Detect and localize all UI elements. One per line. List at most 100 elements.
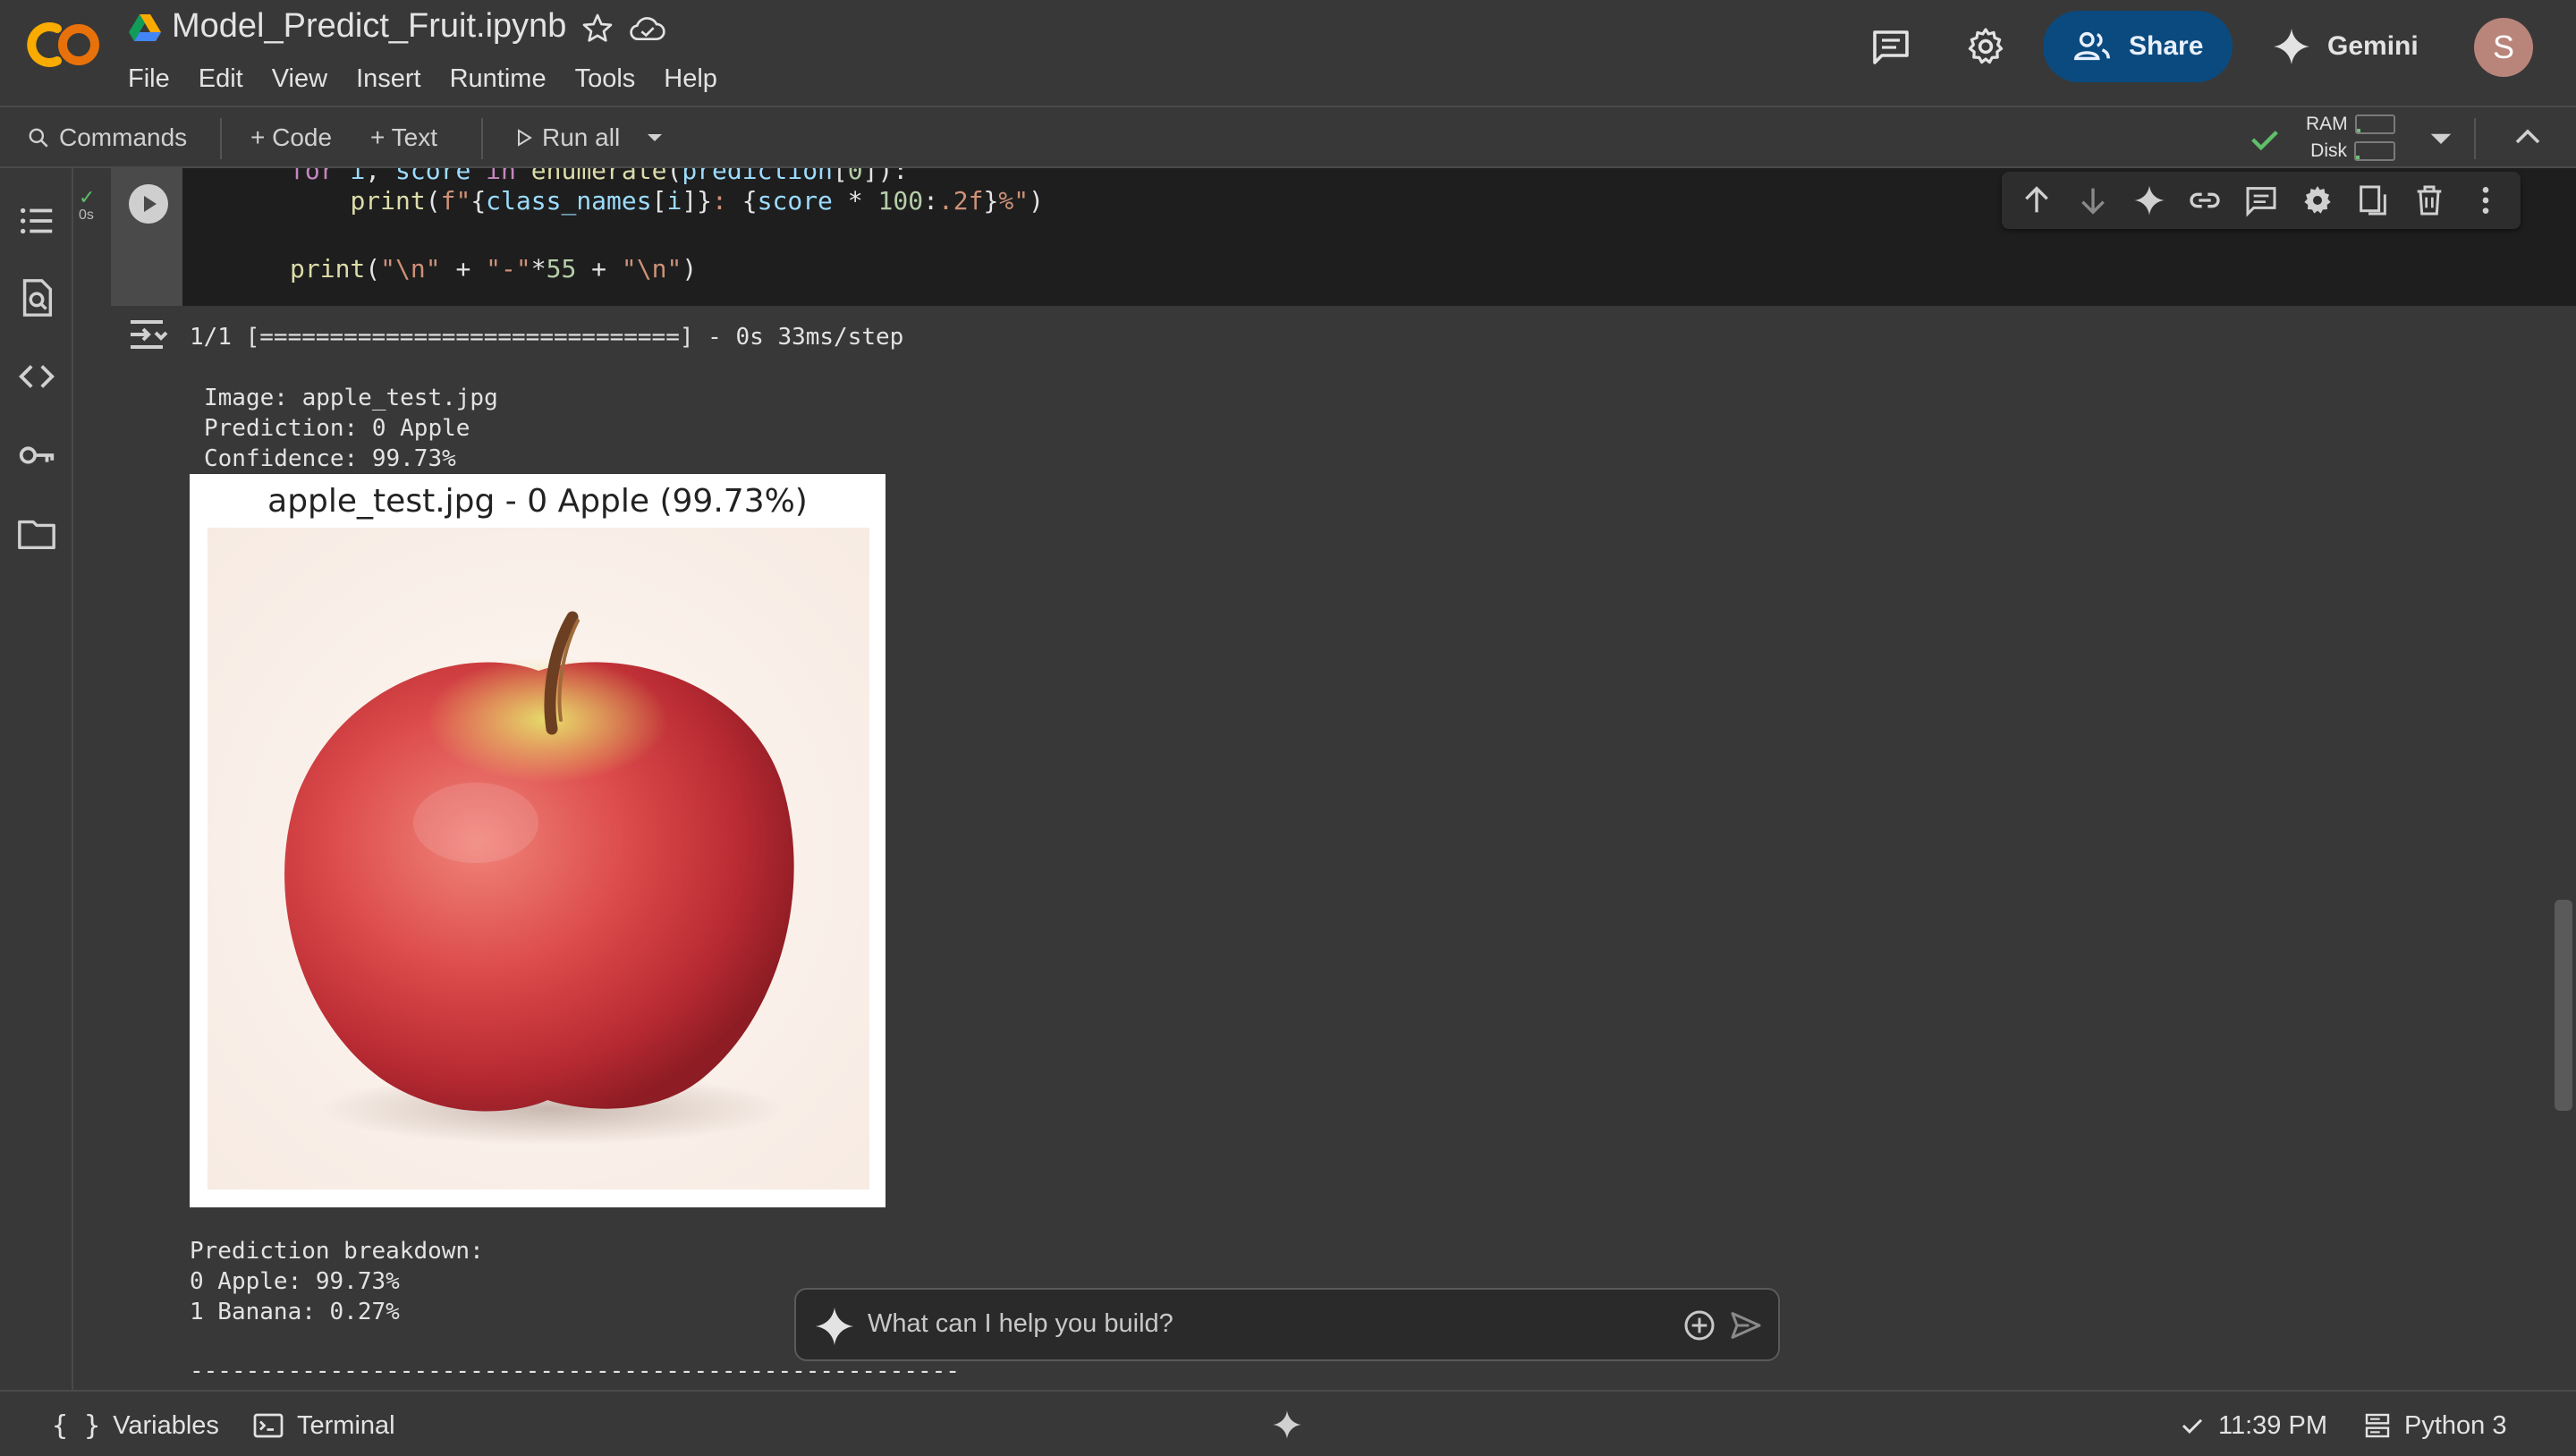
- people-icon: [2073, 31, 2110, 61]
- link-icon[interactable]: [2187, 182, 2223, 218]
- gemini-button[interactable]: Gemini: [2272, 11, 2442, 82]
- gemini-chat-input[interactable]: What can I help you build?: [794, 1288, 1780, 1361]
- toolbar-divider: [481, 118, 483, 159]
- apple-photo: [208, 528, 869, 1189]
- terminal-button[interactable]: Terminal: [252, 1408, 395, 1443]
- mirror-cell-icon[interactable]: [2355, 182, 2391, 218]
- run-all-dropdown-icon[interactable]: [644, 129, 665, 147]
- google-drive-icon: [129, 14, 161, 41]
- commands-button[interactable]: Commands: [27, 118, 187, 157]
- run-all-button[interactable]: Run all: [515, 118, 620, 157]
- variables-label: Variables: [113, 1410, 219, 1440]
- ram-label: RAM: [2306, 114, 2348, 134]
- send-icon[interactable]: [1728, 1308, 1764, 1343]
- execution-time-label: 11:39 PM: [2218, 1410, 2327, 1440]
- move-cell-down-icon[interactable]: [2075, 182, 2111, 218]
- disk-label: Disk: [2310, 140, 2347, 161]
- status-bar: { } Variables Terminal 11:39 PM Python 3: [0, 1390, 2576, 1456]
- secrets-key-icon[interactable]: [16, 435, 57, 476]
- code-line-1: for i, score in enumerate(prediction[0])…: [290, 168, 909, 185]
- output-figure: apple_test.jpg - 0 Apple (99.73%): [190, 474, 886, 1207]
- cell-run-area: [111, 168, 182, 306]
- cloud-saved-icon[interactable]: [628, 11, 667, 47]
- connected-check-icon: [2251, 131, 2278, 151]
- breakdown-item-banana: 1 Banana: 0.27%: [190, 1299, 400, 1325]
- move-cell-up-icon[interactable]: [2019, 182, 2055, 218]
- left-sidebar: [0, 168, 73, 1390]
- breakdown-item-apple: 0 Apple: 99.73%: [190, 1268, 400, 1295]
- notebook-title[interactable]: Model_Predict_Fruit.ipynb: [172, 7, 566, 46]
- more-options-icon[interactable]: [2468, 182, 2504, 218]
- colab-logo[interactable]: [23, 18, 102, 72]
- run-all-label: Run all: [542, 123, 621, 151]
- menu-insert[interactable]: Insert: [342, 63, 436, 95]
- menu-bar: File Edit View Insert Runtime Tools Help: [128, 63, 732, 95]
- comments-icon[interactable]: [1869, 25, 1912, 68]
- code-snippets-icon[interactable]: [16, 356, 57, 397]
- terminal-icon: [253, 1413, 284, 1438]
- disk-fill: [2356, 156, 2360, 159]
- output-actions-icon[interactable]: [127, 317, 170, 352]
- runtime-status[interactable]: Python 3: [2363, 1408, 2506, 1443]
- menu-help[interactable]: Help: [649, 63, 732, 95]
- gemini-sparkle-icon: [815, 1307, 854, 1346]
- add-text-button[interactable]: + Text: [370, 118, 437, 157]
- table-of-contents-icon[interactable]: [16, 200, 57, 241]
- gemini-sparkle-icon[interactable]: [2131, 182, 2167, 218]
- run-cell-button[interactable]: [129, 184, 168, 224]
- separator-line: ----------------------------------------…: [190, 1358, 960, 1384]
- execution-time: 0s: [79, 207, 94, 223]
- collapse-header-icon[interactable]: [2512, 123, 2544, 150]
- commands-label: Commands: [59, 123, 188, 151]
- code-line-2: print(f"{class_names[i]}: {score * 100:.…: [350, 186, 1044, 216]
- share-button[interactable]: Share: [2043, 11, 2233, 82]
- add-attachment-icon[interactable]: [1682, 1308, 1717, 1343]
- menu-view[interactable]: View: [258, 63, 342, 95]
- ram-fill: [2356, 129, 2360, 132]
- gemini-sparkle-icon[interactable]: [1270, 1408, 1304, 1442]
- gemini-sparkle-icon: [2273, 28, 2310, 65]
- cell-toolbar: [2002, 172, 2521, 229]
- settings-gear-icon[interactable]: [1964, 25, 2007, 68]
- execution-status[interactable]: 11:39 PM: [2179, 1408, 2327, 1443]
- figure-title: apple_test.jpg - 0 Apple (99.73%): [267, 483, 808, 520]
- disk-bar: [2354, 141, 2395, 161]
- add-comment-icon[interactable]: [2243, 182, 2279, 218]
- execution-success-icon: ✓: [79, 186, 96, 208]
- cell-gutter: ✓ 0s: [73, 168, 111, 1390]
- gemini-label: Gemini: [2327, 31, 2419, 61]
- header: Model_Predict_Fruit.ipynb File Edit View…: [0, 0, 2576, 106]
- menu-runtime[interactable]: Runtime: [436, 63, 561, 95]
- runtime-server-icon: [2365, 1413, 2390, 1438]
- delete-cell-icon[interactable]: [2411, 182, 2447, 218]
- image-line: Image: apple_test.jpg: [204, 385, 498, 411]
- variables-braces-icon: { }: [52, 1409, 101, 1442]
- add-code-button[interactable]: + Code: [250, 118, 332, 157]
- share-label: Share: [2129, 31, 2204, 61]
- runtime-label: Python 3: [2404, 1410, 2507, 1440]
- terminal-label: Terminal: [297, 1410, 395, 1440]
- files-folder-icon[interactable]: [16, 513, 57, 554]
- cell-output: 1/1 [==============================] - 0…: [111, 306, 2576, 1390]
- check-icon: [2182, 1418, 2203, 1434]
- variables-button[interactable]: { } Variables: [52, 1408, 219, 1443]
- user-avatar[interactable]: S: [2474, 18, 2533, 77]
- notebook-main: ✓ 0s for i, score in enumerate(predictio…: [73, 168, 2576, 1390]
- scrollbar-thumb[interactable]: [2555, 900, 2572, 1111]
- runtime-dropdown-icon[interactable]: [2428, 131, 2454, 148]
- confidence-line: Confidence: 99.73%: [204, 445, 456, 472]
- ram-bar: [2354, 114, 2395, 134]
- resource-monitor[interactable]: RAM Disk: [2306, 111, 2395, 165]
- chat-placeholder[interactable]: What can I help you build?: [868, 1309, 1174, 1339]
- breakdown-header: Prediction breakdown:: [190, 1238, 484, 1265]
- toolbar-divider: [2474, 118, 2476, 159]
- cell-settings-gear-icon[interactable]: [2300, 182, 2335, 218]
- search-icon: [29, 128, 48, 148]
- menu-file[interactable]: File: [128, 63, 184, 95]
- menu-tools[interactable]: Tools: [561, 63, 650, 95]
- find-replace-icon[interactable]: [16, 277, 57, 318]
- toolbar-divider: [220, 118, 222, 159]
- star-icon[interactable]: [580, 11, 615, 47]
- menu-edit[interactable]: Edit: [184, 63, 258, 95]
- add-code-label: + Code: [250, 123, 333, 151]
